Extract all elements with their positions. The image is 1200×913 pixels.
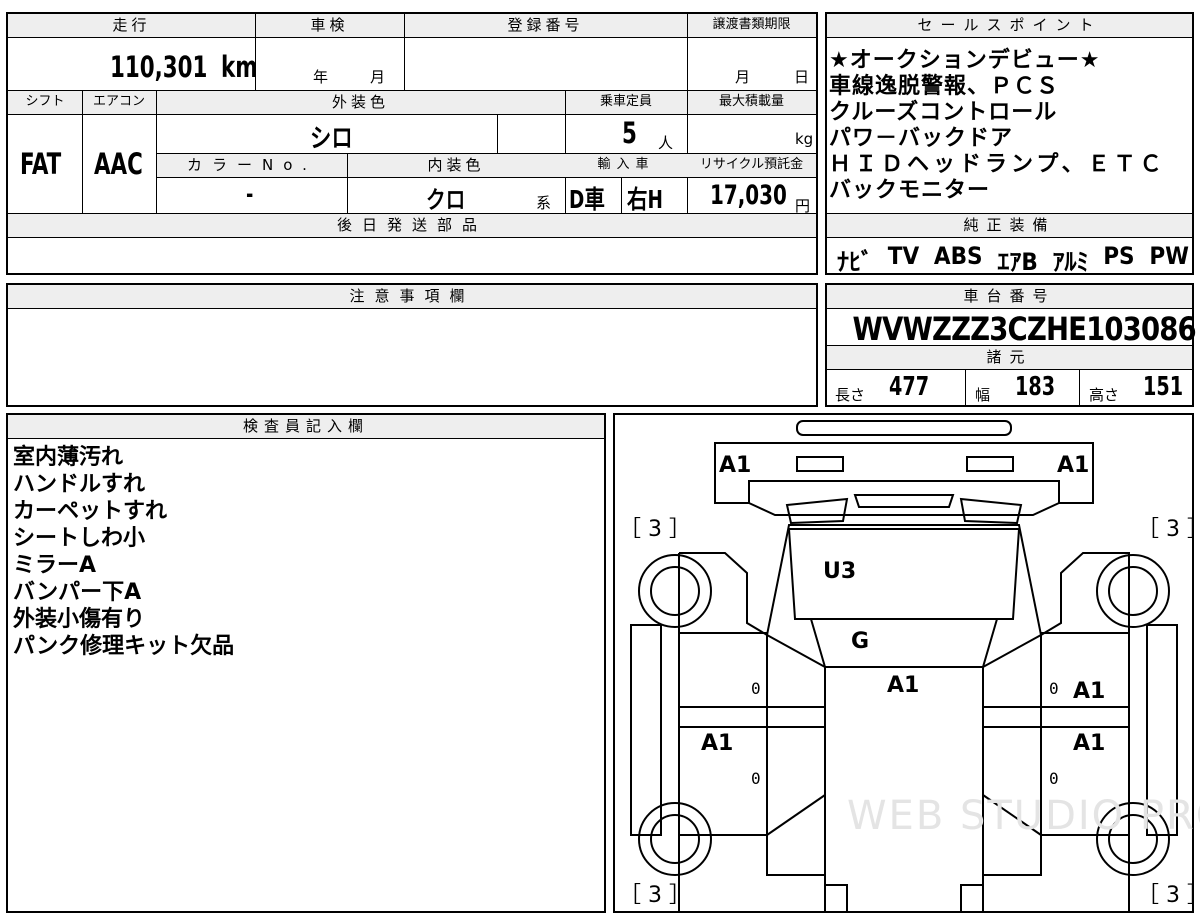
sales-points-list: ★オークションデビュー★ 車線逸脱警報、ＰＣＳ クルーズコントロール パワ－バッ… (829, 48, 1191, 204)
tire-front-left-mark: ［ 3 ］ (619, 517, 691, 542)
sales-point-line: バックモニター (829, 178, 991, 203)
inspection-header: 車検 (255, 14, 404, 38)
height-label: 高さ (1089, 386, 1120, 404)
equipment-item: ｴｱB (997, 248, 1038, 276)
inspector-panel: 検査員記入欄 室内薄汚れ ハンドルすれ カーペットすれ シートしわ小 ミラーA … (6, 413, 606, 913)
caution-panel: 注意事項欄 (6, 283, 818, 407)
mileage-unit: km (221, 50, 258, 84)
sales-point-line: 車線逸脱警報、ＰＣＳ (829, 74, 1060, 99)
mileage-header: 走行 (8, 14, 255, 38)
length-label: 長さ (835, 386, 866, 404)
registration-header: 登録番号 (404, 14, 687, 38)
damage-mark-windshield: G (851, 629, 870, 654)
recycle-value: 17,030 (710, 180, 787, 211)
chassis-panel: 車台番号 WVWZZZ3CZHE103086 諸元 長さ 477 幅 183 高… (825, 283, 1197, 407)
vehicle-info-table: 走行 車検 登録番号 譲渡書類期限 110,301 km 年 月 月 日 シフト… (6, 12, 818, 275)
door-zero-mark: 0 (1049, 679, 1059, 698)
car-damage-diagram: ［ 3 ］ ［ 3 ］ ［ 3 ］ ［ 3 ］ A1 A1 U3 G A1 A1… (613, 413, 1200, 913)
exterior-color-header: 外装色 (156, 91, 565, 115)
genuine-equipment-header: 純正装備 (827, 214, 1192, 238)
equipment-item: ｱﾙﾐ (1052, 248, 1089, 276)
equipment-item: PS (1103, 242, 1135, 270)
door-zero-mark: 0 (1049, 769, 1059, 788)
genuine-equipment-list: ﾅﾋﾞ TV ABS ｴｱB ｱﾙﾐ PS PW (837, 242, 1189, 277)
inspector-note: ミラーA (13, 553, 97, 578)
inspection-year-label: 年 (313, 68, 329, 86)
deadline-header: 譲渡書類期限 (687, 14, 816, 38)
interior-color-suffix: 系 (536, 194, 552, 212)
door-zero-mark: 0 (751, 769, 761, 788)
tire-front-right-mark: ［ 3 ］ (1137, 517, 1200, 542)
exterior-color-value: シロ (310, 124, 353, 154)
length-value: 477 (889, 372, 930, 402)
damage-mark-hood: U3 (823, 559, 857, 584)
max-load-unit: kg (795, 130, 814, 148)
inspector-note: 室内薄汚れ (13, 445, 124, 470)
max-load-header: 最大積載量 (687, 91, 816, 115)
inspector-note: パンク修理キット欠品 (13, 634, 235, 659)
inspector-note: シートしわ小 (13, 526, 146, 551)
inspector-header: 検査員記入欄 (8, 415, 604, 439)
later-parts-header: 後日発送部品 (8, 214, 816, 238)
inspector-note: バンパー下A (13, 580, 142, 605)
chassis-header: 車台番号 (827, 285, 1192, 309)
interior-color-value: クロ (426, 186, 466, 214)
import-value-1: D車 (569, 185, 605, 214)
inspector-note: 外装小傷有り (13, 607, 146, 632)
sales-points-header: セールスポイント (827, 14, 1192, 38)
inspector-notes: 室内薄汚れ ハンドルすれ カーペットすれ シートしわ小 ミラーA バンパー下A … (13, 444, 593, 660)
sales-point-line: ★オークションデビュー★ (829, 48, 1101, 73)
capacity-unit: 人 (658, 134, 674, 152)
equipment-item: TV (887, 242, 920, 270)
tire-rear-left-mark: ［ 3 ］ (619, 883, 691, 908)
equipment-item: ABS (933, 242, 983, 270)
equipment-item: PW (1149, 242, 1189, 270)
damage-mark-rear-door-right: A1 (1073, 731, 1106, 756)
deadline-month-label: 月 (735, 68, 751, 86)
width-label: 幅 (975, 386, 991, 404)
caution-header: 注意事項欄 (8, 285, 816, 309)
equipment-item: ﾅﾋﾞ (837, 248, 873, 276)
color-no-header: カラーNo. (157, 154, 347, 178)
inspector-note: カーペットすれ (13, 499, 168, 524)
damage-mark-front-door-right: A1 (1073, 679, 1106, 704)
inspector-note: ハンドルすれ (13, 472, 146, 497)
capacity-value: 5 (622, 116, 637, 150)
watermark: WEB STUDIO PRO (847, 793, 1200, 839)
width-value: 183 (1015, 372, 1056, 402)
aircon-value: AAC (94, 147, 143, 181)
specs-header: 諸元 (827, 346, 1192, 370)
damage-mark-roof: A1 (887, 673, 920, 698)
damage-mark-bumper-left: A1 (719, 453, 752, 478)
sales-point-line: パワ－バックドア (829, 126, 1014, 151)
interior-color-header: 内装色 (347, 154, 565, 178)
import-header: 輸入車 (565, 154, 687, 178)
capacity-header: 乗車定員 (565, 91, 687, 115)
import-value-2: 右H (627, 185, 663, 214)
height-value: 151 (1143, 372, 1184, 402)
deadline-day-label: 日 (794, 68, 810, 86)
color-no-value: - (246, 180, 254, 208)
aircon-header: エアコン (82, 91, 156, 115)
tire-rear-right-mark: ［ 3 ］ (1137, 883, 1200, 908)
damage-mark-bumper-right: A1 (1057, 453, 1090, 478)
inspection-month-label: 月 (370, 68, 386, 86)
damage-mark-rear-door-left: A1 (701, 731, 734, 756)
recycle-header: リサイクル預託金 (687, 154, 816, 178)
sales-point-line: クルーズコントロール (829, 100, 1058, 125)
door-zero-mark: 0 (751, 679, 761, 698)
chassis-number: WVWZZZ3CZHE103086 (852, 310, 1197, 348)
mileage-value: 110,301 (110, 50, 208, 84)
shift-header: シフト (8, 91, 82, 115)
shift-value: FAT (20, 147, 62, 181)
sales-points-panel: セールスポイント ★オークションデビュー★ 車線逸脱警報、ＰＣＳ クルーズコント… (825, 12, 1194, 277)
sales-point-line: ＨＩＤヘッドランプ、ＥＴＣ (829, 152, 1166, 177)
